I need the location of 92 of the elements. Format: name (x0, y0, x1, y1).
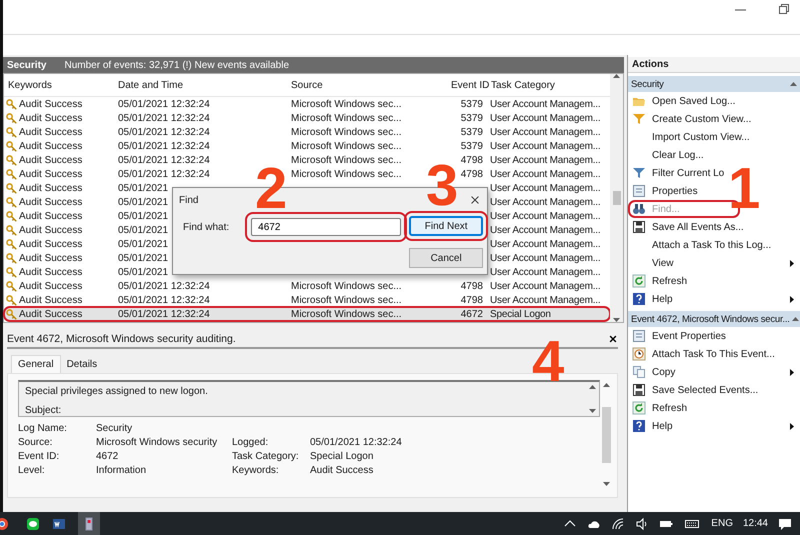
field-label: Find what: (183, 222, 230, 232)
table-cell-text: 4798 (460, 154, 484, 166)
field-value: 4672 (96, 451, 120, 462)
table-cell-text: User Account Managem... (489, 126, 600, 138)
table-cell-text: Microsoft Windows sec... (290, 126, 402, 138)
table-cell-text: 5379 (460, 140, 484, 152)
step-number: 3 (426, 157, 458, 215)
table-cell: Audit Success (19, 112, 82, 124)
table-cell-text: 05/01/2021 (117, 252, 168, 264)
event-count: Number of events: 32,971 (!) New events available (64, 60, 290, 70)
table-cell-text: Microsoft Windows sec... (290, 168, 402, 180)
table-cell-text: User Account Managem... (489, 140, 600, 152)
table-cell-text: 4798 (460, 294, 484, 306)
table-cell-text: Special Logon (489, 308, 551, 320)
table-cell-text: 05/01/2021 (117, 238, 168, 250)
table-cell-text: 05/01/2021 12:32:24 (117, 294, 210, 306)
table-cell-text: 05/01/2021 12:32:24 (117, 168, 210, 180)
table-cell-text: 05/01/2021 (117, 196, 168, 208)
table-cell-text: 4672 (460, 308, 484, 320)
table-cell-text: User Account Managem... (489, 196, 600, 208)
table-cell-text: 4798 (460, 168, 484, 180)
table-cell: Audit Success (19, 98, 82, 110)
table-cell-text: Microsoft Windows sec... (290, 112, 402, 124)
step-number: 2 (255, 160, 288, 218)
table-cell-text: User Account Managem... (489, 266, 600, 278)
table-cell-text: 05/01/2021 12:32:24 (117, 98, 210, 110)
field-label: Log Name: (18, 423, 68, 434)
table-cell: Audit Success (19, 252, 82, 264)
field-value: 05/01/2021 12:32:24 (310, 437, 403, 448)
table-cell: Audit Success (19, 280, 82, 292)
table-cell-text: User Account Managem... (489, 210, 600, 222)
table-cell-text: 05/01/2021 (117, 266, 168, 278)
field-value: Microsoft Windows security (96, 437, 218, 448)
field-label: Level: (18, 465, 46, 476)
description-line: Subject: (25, 405, 62, 416)
table-cell-text: 05/01/2021 12:32:24 (117, 280, 210, 292)
step-number: 4 (532, 333, 564, 391)
table-cell-text: 05/01/2021 12:32:24 (117, 126, 210, 138)
step-number: 1 (728, 160, 760, 218)
table-cell-text: User Account Managem... (489, 154, 600, 166)
table-cell-text: User Account Managem... (489, 238, 600, 250)
field-value: Audit Success (310, 465, 374, 476)
table-cell: Audit Success (19, 308, 82, 320)
table-cell-text: Microsoft Windows sec... (290, 308, 402, 320)
field-label: Task Category: (232, 451, 300, 462)
table-cell: Audit Success (19, 154, 82, 166)
table-cell-text: Microsoft Windows sec... (290, 98, 402, 110)
table-cell: Audit Success (19, 266, 82, 278)
table-cell-text: Microsoft Windows sec... (290, 154, 402, 166)
dialog-title: Find (179, 194, 198, 206)
field-value: Information (96, 465, 148, 476)
table-cell-text: User Account Managem... (489, 112, 600, 124)
table-cell-text: Microsoft Windows sec... (290, 280, 402, 292)
log-title: Security (7, 60, 46, 70)
field-label: Source: (18, 437, 54, 448)
table-cell-text: 5379 (460, 112, 484, 124)
event-title: Event 4672, Microsoft Windows security auditing. (7, 333, 236, 345)
field-value: Security (96, 423, 134, 434)
table-cell-text: 4798 (460, 280, 484, 292)
table-cell-text: User Account Managem... (489, 294, 600, 306)
table-cell: Audit Success (19, 126, 82, 138)
field-label: Event ID: (18, 451, 60, 462)
table-cell-text: User Account Managem... (489, 224, 600, 236)
table-cell: Audit Success (19, 168, 82, 180)
table-cell: Audit Success (19, 182, 82, 194)
table-cell-text: User Account Managem... (489, 182, 600, 194)
table-cell-text: 05/01/2021 12:32:24 (117, 140, 210, 152)
table-cell: Audit Success (19, 140, 82, 152)
table-cell: Audit Success (19, 238, 82, 250)
table-cell-text: 05/01/2021 12:32:24 (117, 154, 210, 166)
field-value: Special Logon (310, 451, 374, 462)
table-cell-text: Microsoft Windows sec... (290, 294, 402, 306)
table-cell: Audit Success (19, 196, 82, 208)
table-cell-text: 05/01/2021 12:32:24 (117, 308, 210, 320)
table-cell-text: 05/01/2021 (117, 224, 168, 236)
table-cell-text: 05/01/2021 (117, 182, 168, 194)
actions-title: Actions (628, 57, 800, 73)
table-cell-text: 5379 (460, 126, 484, 138)
description-line: Special privileges assigned to new logon. (25, 386, 209, 397)
table-cell-text: User Account Managem... (489, 280, 600, 292)
table-cell: Audit Success (19, 210, 82, 222)
table-cell-text: 05/01/2021 (117, 210, 168, 222)
table-cell-text: 05/01/2021 12:32:24 (117, 112, 210, 124)
table-cell-text: User Account Managem... (489, 98, 600, 110)
table-cell-text: User Account Managem... (489, 252, 600, 264)
table-cell-text: 5379 (460, 98, 484, 110)
table-cell-text: User Account Managem... (489, 168, 600, 180)
table-cell: Audit Success (19, 294, 82, 306)
table-cell: Audit Success (19, 224, 82, 236)
field-label: Logged: (232, 437, 270, 448)
table-cell-text: Microsoft Windows sec... (290, 140, 402, 152)
field-label: Keywords: (232, 465, 280, 476)
